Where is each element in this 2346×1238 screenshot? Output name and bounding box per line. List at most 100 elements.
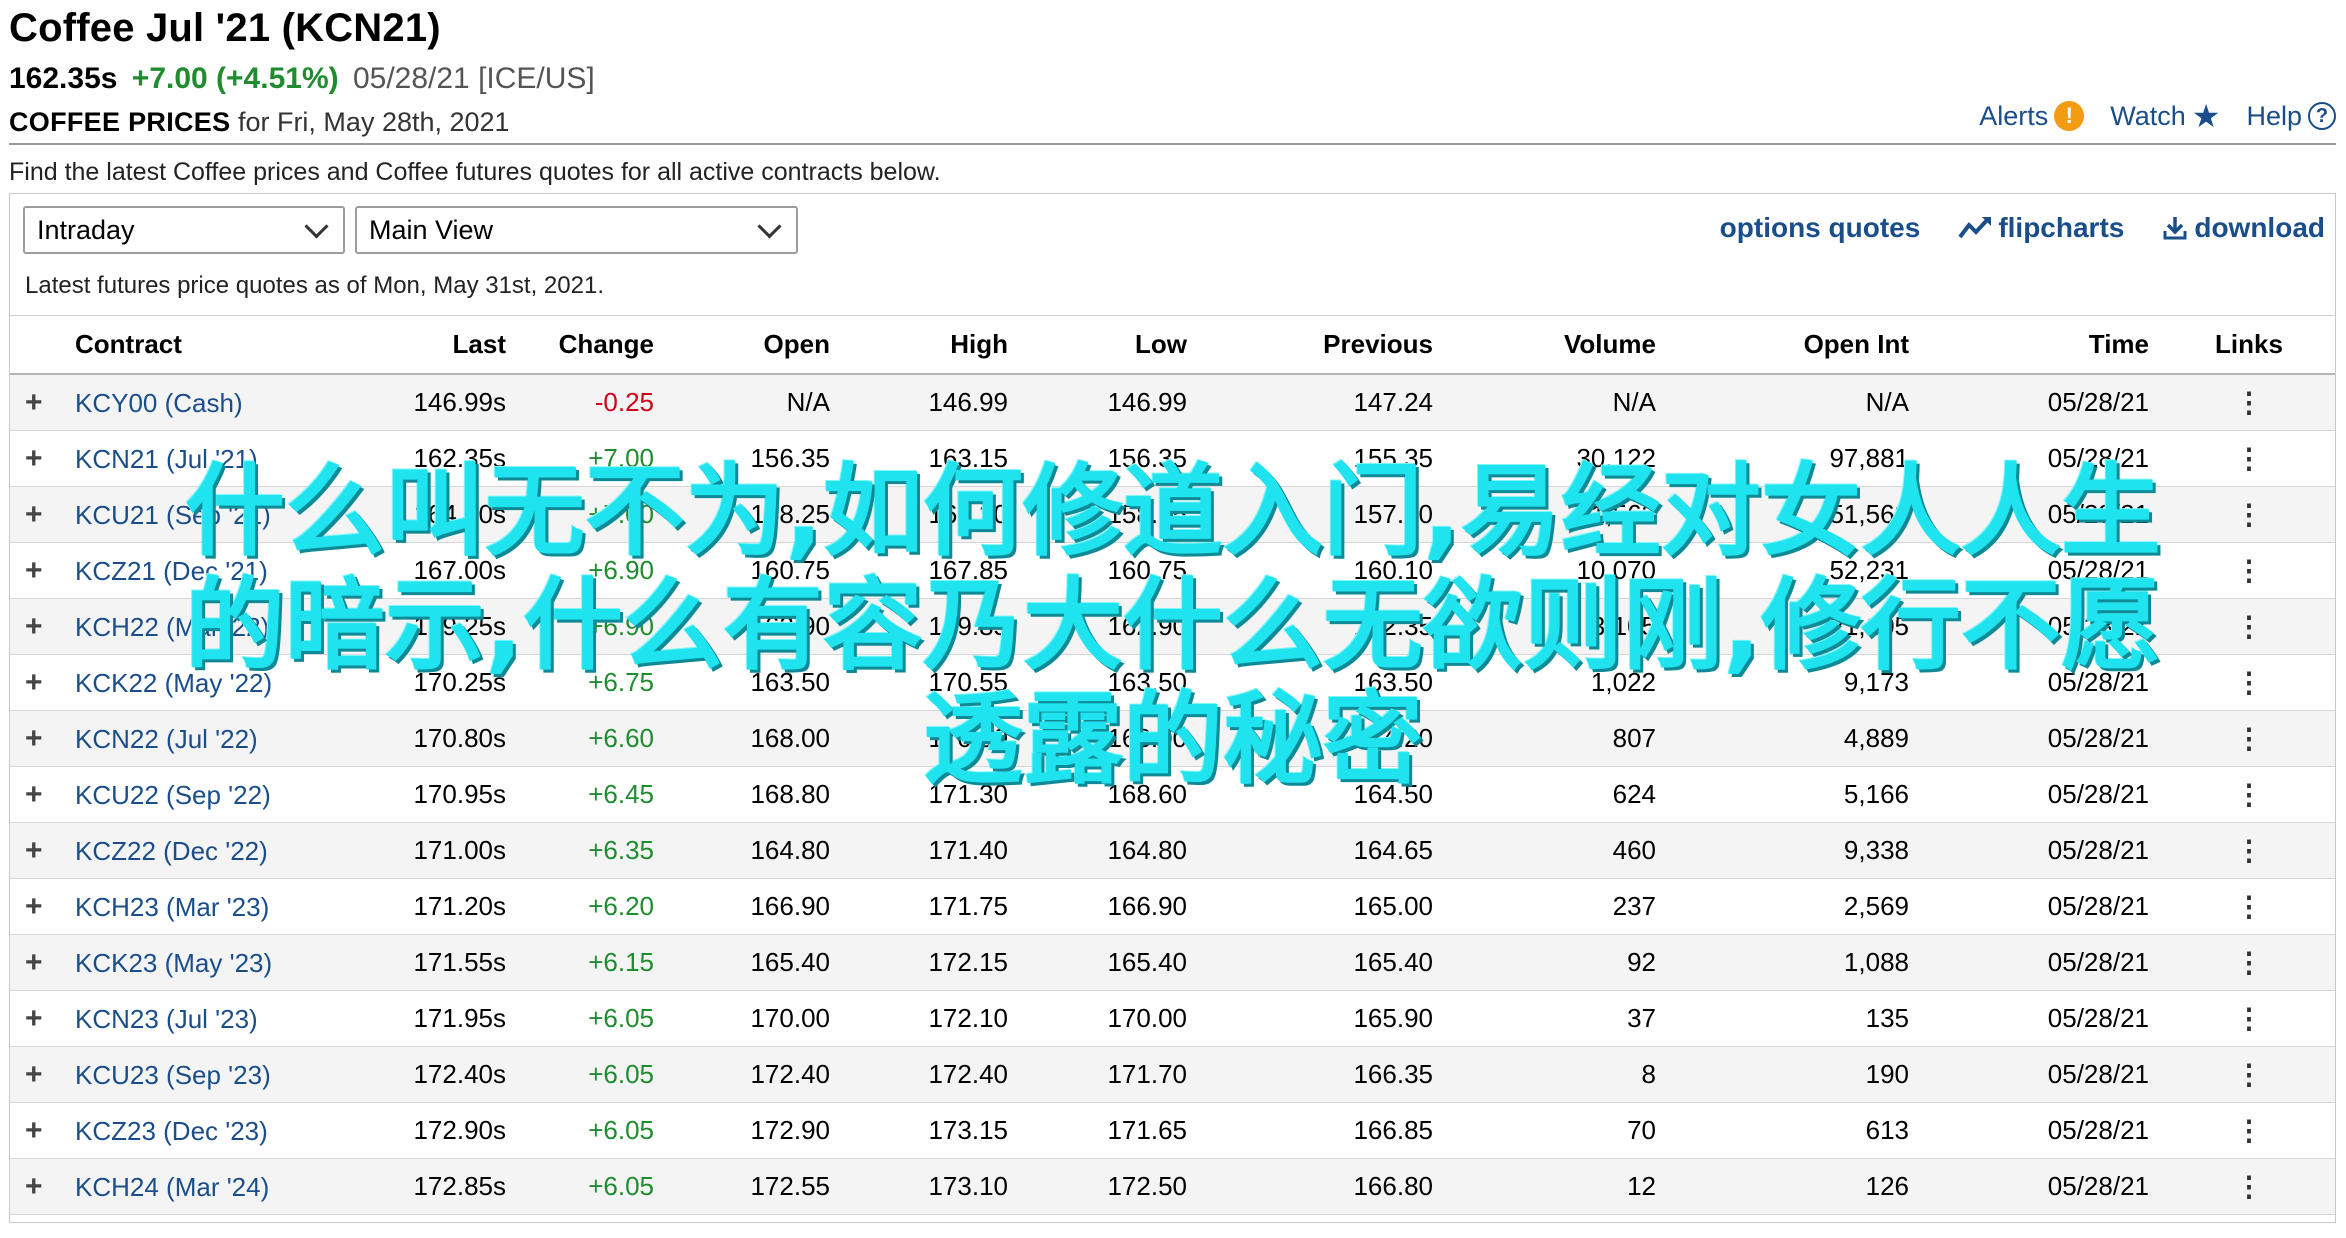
options-quotes-link[interactable]: options quotes xyxy=(1720,212,1921,244)
col-header-open[interactable]: Open xyxy=(668,315,844,375)
cell-last: 170.95s xyxy=(335,766,520,823)
prices-date: for Fri, May 28th, 2021 xyxy=(230,107,510,137)
expand-plus-icon[interactable]: + xyxy=(25,834,75,868)
table-row: + KCN22 (Jul '22) 170.80s +6.60 168.00 170.90… xyxy=(10,710,2335,767)
col-header-change[interactable]: Change xyxy=(520,315,668,375)
contract-link[interactable]: KCH24 (Mar '24) xyxy=(75,1172,269,1202)
col-header-contract[interactable]: Contract xyxy=(10,315,335,375)
expand-plus-icon[interactable]: + xyxy=(25,386,75,420)
help-icon: ? xyxy=(2308,102,2336,130)
contract-link[interactable]: KCU21 (Sep '21) xyxy=(75,500,271,530)
cell-contract: + KCU22 (Sep '22) xyxy=(10,766,335,823)
more-options-icon[interactable]: ⋮ xyxy=(2163,878,2335,935)
cell-open-int: N/A xyxy=(1670,374,1923,431)
cell-low: 158.25 xyxy=(1022,486,1201,543)
cell-change: +6.75 xyxy=(520,654,668,711)
more-options-icon[interactable]: ⋮ xyxy=(2163,766,2335,823)
more-options-icon[interactable]: ⋮ xyxy=(2163,1102,2335,1159)
more-options-icon[interactable]: ⋮ xyxy=(2163,598,2335,655)
alerts-link[interactable]: Alerts ! xyxy=(1979,101,2085,132)
cell-last: 172.40s xyxy=(335,1046,520,1103)
contract-link[interactable]: KCK23 (May '23) xyxy=(75,948,272,978)
expand-plus-icon[interactable]: + xyxy=(25,1114,75,1148)
top-links: Alerts ! Watch ★ Help ? xyxy=(1979,100,2336,132)
cell-time: 05/28/21 xyxy=(1923,878,2163,935)
expand-plus-icon[interactable]: + xyxy=(25,946,75,980)
flipcharts-link[interactable]: flipcharts xyxy=(1958,212,2124,244)
contract-link[interactable]: KCZ21 (Dec '21) xyxy=(75,556,268,586)
cell-low: 146.99 xyxy=(1022,374,1201,431)
contract-link[interactable]: KCH22 (Mar '22) xyxy=(75,612,269,642)
col-header-last[interactable]: Last xyxy=(335,315,520,375)
expand-plus-icon[interactable]: + xyxy=(25,1170,75,1204)
cell-high: 171.40 xyxy=(844,822,1022,879)
expand-plus-icon[interactable]: + xyxy=(25,554,75,588)
cell-low: 164.80 xyxy=(1022,822,1201,879)
contract-link[interactable]: KCN22 (Jul '22) xyxy=(75,724,258,754)
more-options-icon[interactable]: ⋮ xyxy=(2163,430,2335,487)
cell-volume: 12 xyxy=(1447,1158,1670,1215)
contract-link[interactable]: KCN23 (Jul '23) xyxy=(75,1004,258,1034)
more-options-icon[interactable]: ⋮ xyxy=(2163,1158,2335,1215)
contract-link[interactable]: KCU22 (Sep '22) xyxy=(75,780,271,810)
help-link[interactable]: Help ? xyxy=(2246,101,2336,132)
col-header-high[interactable]: High xyxy=(844,315,1022,375)
cell-high: 167.85 xyxy=(844,542,1022,599)
more-options-icon[interactable]: ⋮ xyxy=(2163,822,2335,879)
contract-link[interactable]: KCK22 (May '22) xyxy=(75,668,272,698)
col-header-volume[interactable]: Volume xyxy=(1447,315,1670,375)
expand-plus-icon[interactable]: + xyxy=(25,442,75,476)
cell-time: 05/28/21 xyxy=(1923,990,2163,1047)
cell-high: 163.15 xyxy=(844,430,1022,487)
quote-summary: 162.35s +7.00 (+4.51%) 05/28/21 [ICE/US] xyxy=(9,62,595,96)
more-options-icon[interactable]: ⋮ xyxy=(2163,486,2335,543)
col-header-previous[interactable]: Previous xyxy=(1201,315,1447,375)
more-options-icon[interactable]: ⋮ xyxy=(2163,934,2335,991)
more-options-icon[interactable]: ⋮ xyxy=(2163,1046,2335,1103)
watch-link[interactable]: Watch ★ xyxy=(2110,100,2220,132)
cell-high: 171.30 xyxy=(844,766,1022,823)
col-header-low[interactable]: Low xyxy=(1022,315,1201,375)
col-header-time[interactable]: Time xyxy=(1923,315,2163,375)
expand-plus-icon[interactable]: + xyxy=(25,666,75,700)
more-options-icon[interactable]: ⋮ xyxy=(2163,990,2335,1047)
cell-time: 05/28/21 xyxy=(1923,486,2163,543)
options-quotes-label: options quotes xyxy=(1719,212,1921,243)
contract-link[interactable]: KCZ22 (Dec '22) xyxy=(75,836,268,866)
col-header-links: Links xyxy=(2163,315,2335,375)
contract-link[interactable]: KCH23 (Mar '23) xyxy=(75,892,269,922)
cell-volume: 8 xyxy=(1447,1046,1670,1103)
cell-last: 172.90s xyxy=(335,1102,520,1159)
col-header-open-int[interactable]: Open Int xyxy=(1670,315,1923,375)
more-options-icon[interactable]: ⋮ xyxy=(2163,542,2335,599)
cell-open: 165.40 xyxy=(668,934,844,991)
cell-contract: + KCH22 (Mar '22) xyxy=(10,598,335,655)
cell-volume: 624 xyxy=(1447,766,1670,823)
cell-change: +6.05 xyxy=(520,1102,668,1159)
cell-open-int: 9,173 xyxy=(1670,654,1923,711)
contract-link[interactable]: KCZ23 (Dec '23) xyxy=(75,1116,268,1146)
expand-plus-icon[interactable]: + xyxy=(25,890,75,924)
expand-plus-icon[interactable]: + xyxy=(25,778,75,812)
contract-link[interactable]: KCU23 (Sep '23) xyxy=(75,1060,271,1090)
more-options-icon[interactable]: ⋮ xyxy=(2163,710,2335,767)
cell-open-int: 21,105 xyxy=(1670,598,1923,655)
cell-contract: + KCK22 (May '22) xyxy=(10,654,335,711)
expand-plus-icon[interactable]: + xyxy=(25,1002,75,1036)
more-options-icon[interactable]: ⋮ xyxy=(2163,654,2335,711)
cell-open: 158.25 xyxy=(668,486,844,543)
download-link[interactable]: download xyxy=(2162,212,2325,244)
view-select[interactable]: Main View xyxy=(355,206,798,254)
expand-plus-icon[interactable]: + xyxy=(25,498,75,532)
expand-plus-icon[interactable]: + xyxy=(25,722,75,756)
more-options-icon[interactable]: ⋮ xyxy=(2163,374,2335,431)
contract-link[interactable]: KCN21 (Jul '21) xyxy=(75,444,258,474)
cell-volume: 30,122 xyxy=(1447,430,1670,487)
cell-previous: 166.80 xyxy=(1201,1158,1447,1215)
cell-change: -0.25 xyxy=(520,374,668,431)
expand-plus-icon[interactable]: + xyxy=(25,610,75,644)
table-header-row: Contract Last Change Open High Low Previ… xyxy=(10,315,2335,375)
period-select[interactable]: Intraday xyxy=(23,206,345,254)
expand-plus-icon[interactable]: + xyxy=(25,1058,75,1092)
contract-link[interactable]: KCY00 (Cash) xyxy=(75,388,243,418)
